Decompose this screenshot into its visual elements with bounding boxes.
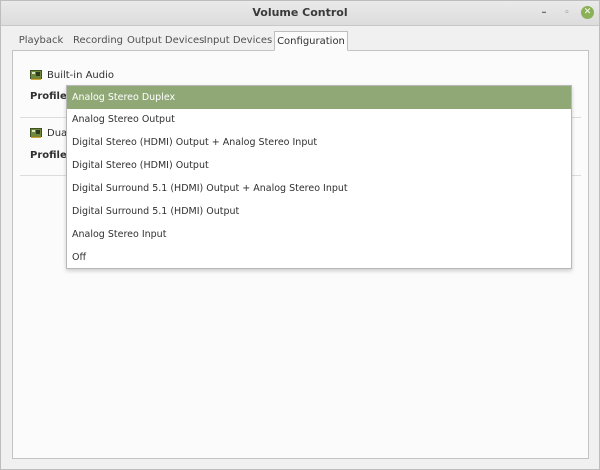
volume-control-window: Volume Control – ◦ ✕ Playback Recording …: [0, 0, 600, 470]
title-bar[interactable]: Volume Control – ◦ ✕: [1, 1, 599, 26]
profile-label: Profile:: [30, 150, 71, 161]
dropdown-option[interactable]: Digital Stereo (HDMI) Output + Analog St…: [67, 131, 571, 154]
dropdown-option[interactable]: Digital Stereo (HDMI) Output: [67, 154, 571, 177]
minimize-icon[interactable]: –: [537, 6, 551, 20]
close-icon[interactable]: ✕: [581, 6, 594, 19]
sound-card-icon: [30, 70, 42, 80]
dropdown-option[interactable]: Digital Surround 5.1 (HDMI) Output: [67, 200, 571, 223]
dropdown-option[interactable]: Analog Stereo Duplex: [67, 86, 571, 109]
tab-output-devices[interactable]: Output Devices: [127, 31, 204, 51]
tab-input-devices[interactable]: Input Devices: [203, 31, 273, 51]
tab-playback[interactable]: Playback: [13, 31, 69, 51]
sound-card-icon: [30, 128, 42, 138]
dropdown-option[interactable]: Digital Surround 5.1 (HDMI) Output + Ana…: [67, 177, 571, 200]
tab-recording[interactable]: Recording: [71, 31, 125, 51]
dropdown-option[interactable]: Off: [67, 246, 571, 269]
maximize-icon[interactable]: ◦: [560, 6, 574, 20]
dropdown-option[interactable]: Analog Stereo Input: [67, 223, 571, 246]
device-name-built-in-audio: Built-in Audio: [47, 70, 115, 81]
window-title: Volume Control: [252, 6, 348, 19]
profile-dropdown-menu[interactable]: Analog Stereo Duplex Analog Stereo Outpu…: [66, 85, 572, 269]
profile-label: Profile:: [30, 91, 71, 102]
dropdown-option[interactable]: Analog Stereo Output: [67, 108, 571, 131]
tab-configuration[interactable]: Configuration: [274, 31, 348, 51]
